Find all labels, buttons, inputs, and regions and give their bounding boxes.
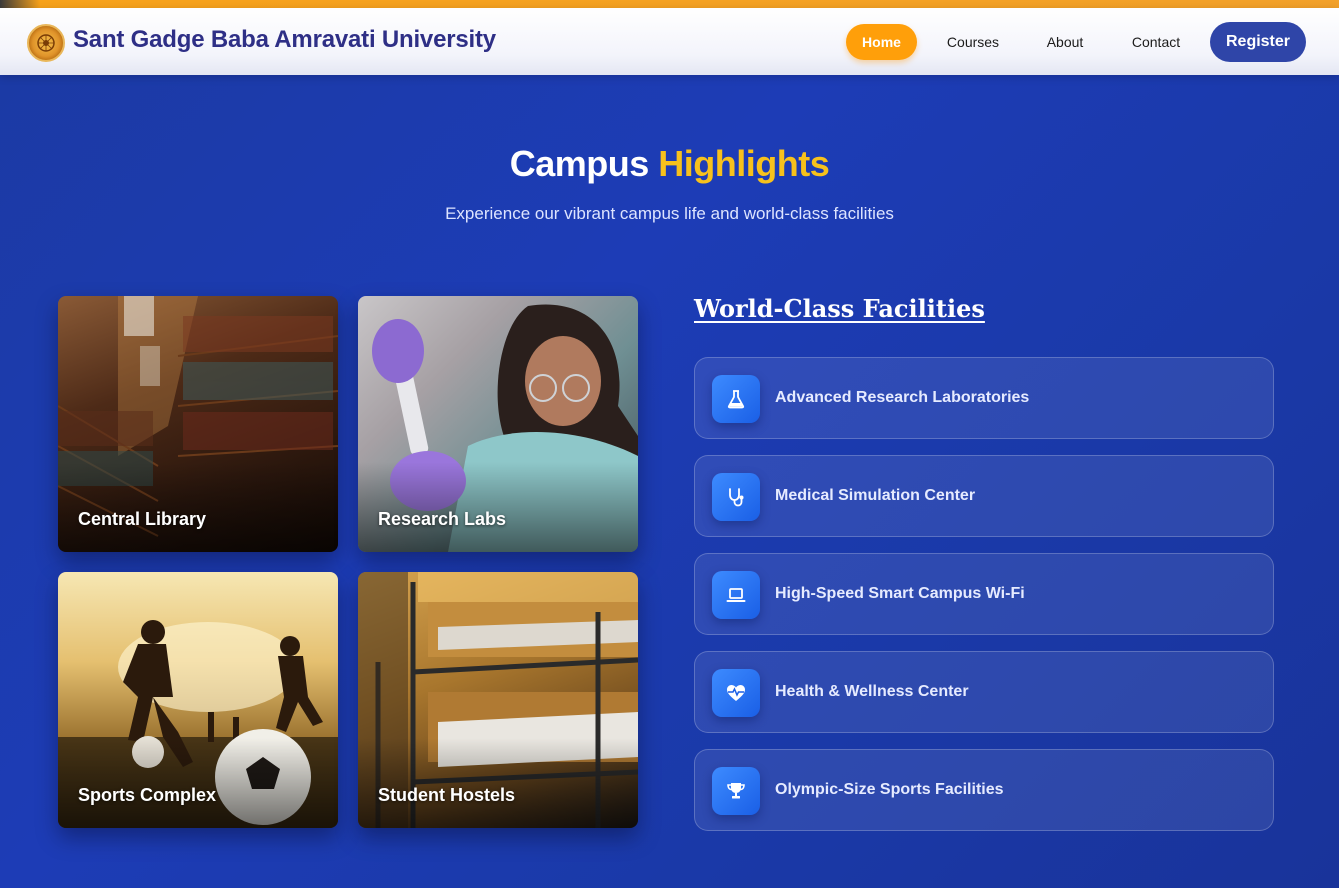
facility-icon-badge xyxy=(712,375,760,423)
emblem-icon xyxy=(37,34,55,52)
facilities-title: World-Class Facilities xyxy=(694,294,985,323)
nav-home[interactable]: Home xyxy=(846,24,917,60)
card-shade xyxy=(58,462,338,552)
card-label: Central Library xyxy=(78,509,207,529)
card-student-hostels[interactable]: Student Hostels xyxy=(358,572,638,828)
brand-name[interactable]: Sant Gadge Baba Amravati University xyxy=(73,26,496,54)
facility-icon-badge xyxy=(712,669,760,717)
card-label: Sports Complex xyxy=(78,785,217,805)
top-accent-stripe xyxy=(0,0,1339,8)
stethoscope-icon xyxy=(729,488,744,507)
university-logo[interactable] xyxy=(27,24,65,62)
facility-olympic-sports[interactable]: Olympic-Size Sports Facilities xyxy=(694,749,1274,831)
facility-health-wellness[interactable]: Health & Wellness Center xyxy=(694,651,1274,733)
facility-smart-campus-wifi[interactable]: High-Speed Smart Campus Wi-Fi xyxy=(694,553,1274,635)
nav-courses[interactable]: Courses xyxy=(945,24,1001,60)
facility-research-laboratories[interactable]: Advanced Research Laboratories xyxy=(694,357,1274,439)
card-label: Research Labs xyxy=(378,509,507,529)
facility-label: Medical Simulation Center xyxy=(775,487,976,504)
card-sports-complex[interactable]: Sports Complex xyxy=(58,572,338,828)
site-header: Sant Gadge Baba Amravati University Home… xyxy=(0,8,1339,75)
card-label: Student Hostels xyxy=(378,785,516,805)
card-research-labs[interactable]: Research Labs xyxy=(358,296,638,552)
facility-medical-simulation[interactable]: Medical Simulation Center xyxy=(694,455,1274,537)
card-shade xyxy=(58,738,338,828)
card-shade xyxy=(358,738,638,828)
card-shade xyxy=(358,462,638,552)
facility-label: Olympic-Size Sports Facilities xyxy=(775,781,1004,798)
heart-pulse-icon xyxy=(727,685,745,701)
facility-label: Advanced Research Laboratories xyxy=(775,389,1030,406)
facility-icon-badge xyxy=(712,571,760,619)
section-subtitle: Experience our vibrant campus life and w… xyxy=(445,204,894,223)
nav-about[interactable]: About xyxy=(1045,24,1085,60)
facility-label: Health & Wellness Center xyxy=(775,683,969,700)
card-central-library[interactable]: Central Library xyxy=(58,296,338,552)
facility-icon-badge xyxy=(712,767,760,815)
facility-icon-badge xyxy=(712,473,760,521)
section-title-main: Campus xyxy=(509,143,650,184)
laptop-icon xyxy=(726,588,746,602)
facility-label: High-Speed Smart Campus Wi-Fi xyxy=(775,585,1025,602)
trophy-icon xyxy=(727,783,745,799)
section-title-highlight: Highlights xyxy=(658,143,830,184)
section-title: Campus Highlights xyxy=(0,143,1339,185)
nav-contact[interactable]: Contact xyxy=(1129,24,1183,60)
flask-icon xyxy=(727,390,745,409)
register-button[interactable]: Register xyxy=(1210,22,1306,62)
